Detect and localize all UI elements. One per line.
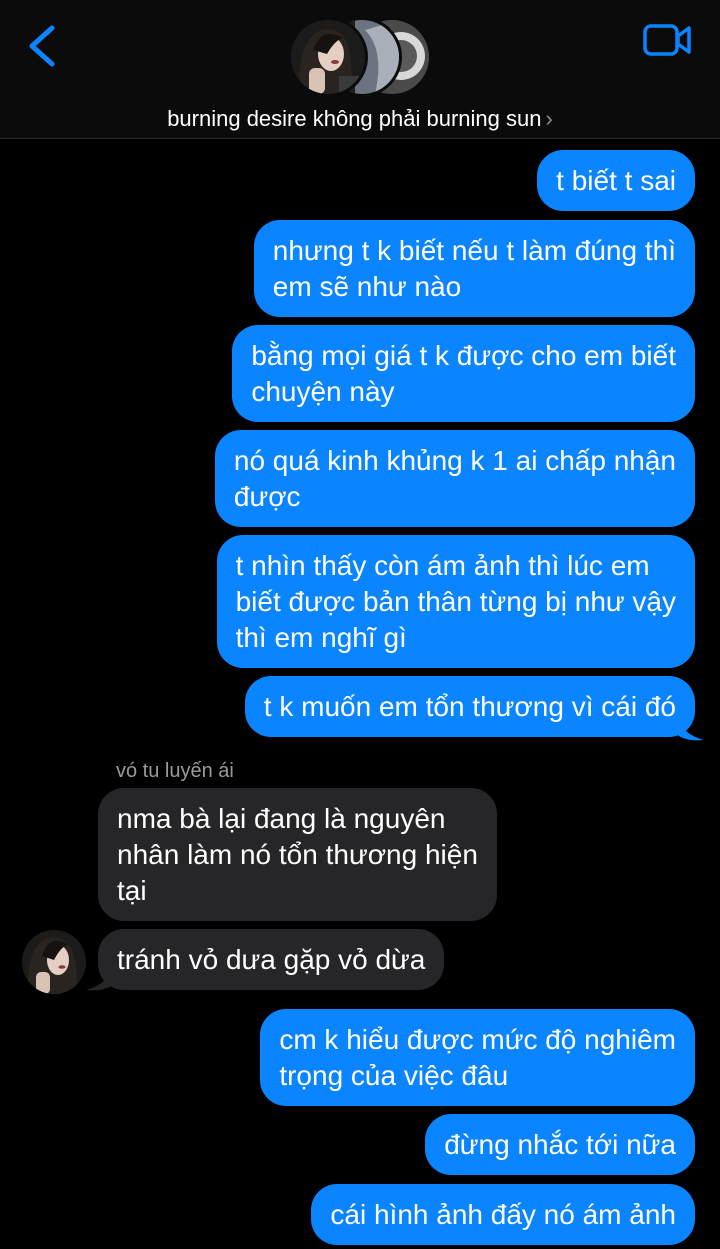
message-bubble-outgoing[interactable]: t nhìn thấy còn ám ảnh thì lúc em biết đ… (216, 535, 695, 668)
group-avatar-stack[interactable] (288, 16, 433, 97)
message-bubble-outgoing[interactable]: t biết t sai (537, 150, 695, 211)
message-bubble-outgoing[interactable]: nó quá kinh khủng k 1 ai chấp nhận được (214, 430, 695, 527)
bubble-tail (86, 962, 114, 991)
message-bubble-outgoing[interactable]: bằng mọi giá t k được cho em biết chuyện… (232, 325, 695, 422)
message-bubble-outgoing[interactable]: đừng nhắc tới nữa (425, 1114, 695, 1175)
conversation-title[interactable]: burning desire không phải burning sun › (0, 106, 720, 132)
chat-header: burning desire không phải burning sun › (0, 0, 720, 139)
video-camera-icon (643, 24, 691, 56)
sender-avatar[interactable] (22, 930, 86, 994)
back-button[interactable] (22, 22, 62, 70)
message-bubble-outgoing[interactable]: cái hình ảnh đấy nó ám ảnh (311, 1184, 695, 1245)
bubble-tail (676, 712, 704, 741)
sender-name: vó tu luyến ái (116, 760, 234, 782)
message-bubble-outgoing[interactable]: cm k hiểu được mức độ nghiêm trọng của v… (260, 1009, 695, 1106)
video-call-button[interactable] (642, 22, 692, 58)
conversation-title-text: burning desire không phải burning sun (167, 106, 542, 131)
message-bubble-incoming[interactable]: nma bà lại đang là nguyên nhân làm nó tổ… (98, 788, 497, 921)
avatar (288, 17, 368, 97)
message-bubble-outgoing[interactable]: nhưng t k biết nếu t làm đúng thì em sẽ … (253, 220, 695, 317)
message-bubble-incoming[interactable]: tránh vỏ dưa gặp vỏ dừa (98, 929, 445, 990)
chevron-left-icon (29, 25, 55, 67)
chevron-right-icon: › (545, 106, 553, 131)
message-bubble-outgoing[interactable]: t k muốn em tổn thương vì cái đó (244, 676, 695, 737)
